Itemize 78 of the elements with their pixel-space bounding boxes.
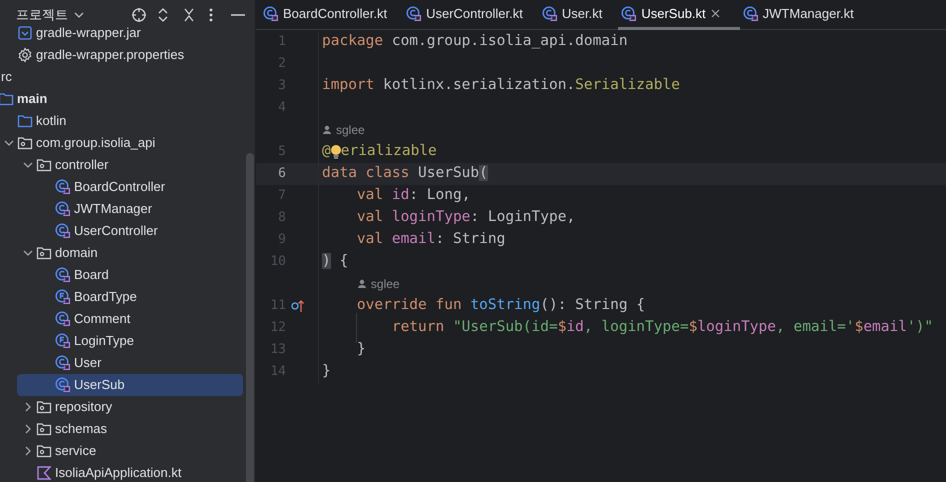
tree-item[interactable]: gradle-wrapper.jar bbox=[17, 22, 243, 44]
person-icon bbox=[356, 279, 367, 289]
line-number: 6 bbox=[277, 165, 286, 184]
package-folder-icon bbox=[36, 443, 52, 459]
minimize-icon[interactable] bbox=[231, 14, 245, 16]
class-icon bbox=[55, 311, 71, 327]
code-line: } bbox=[356, 340, 366, 360]
tree-item[interactable]: gradle-wrapper.properties bbox=[17, 44, 243, 66]
package-folder-icon bbox=[36, 399, 52, 415]
expand-collapse-icon[interactable] bbox=[157, 7, 169, 23]
class-icon bbox=[55, 355, 71, 371]
class-icon bbox=[55, 179, 71, 195]
class-icon bbox=[621, 6, 638, 22]
close-icon[interactable] bbox=[710, 9, 720, 18]
tree-item[interactable]: BoardType bbox=[17, 286, 243, 308]
code-line: val id: Long, bbox=[356, 186, 470, 206]
tab[interactable]: BoardController.kt bbox=[260, 0, 404, 30]
package-folder-icon bbox=[36, 245, 52, 261]
author-hint: sglee bbox=[336, 122, 365, 139]
tree-item[interactable]: UserSub bbox=[17, 374, 243, 396]
author-hint: sglee bbox=[370, 276, 400, 293]
class-icon bbox=[55, 223, 71, 239]
panel-title[interactable]: 프로젝트 bbox=[16, 5, 68, 25]
tree-item[interactable]: BoardController bbox=[17, 176, 243, 198]
class-icon bbox=[742, 6, 759, 22]
code-line: @ erializable bbox=[322, 142, 437, 162]
code-line: override fun toString(): String { bbox=[356, 296, 646, 316]
tree-item[interactable]: controller bbox=[17, 154, 243, 176]
tree-item[interactable]: IsoliaApiApplication.kt bbox=[17, 462, 243, 482]
code-line: val email: String bbox=[356, 230, 506, 250]
chevron-down-icon[interactable] bbox=[74, 12, 84, 18]
folder-icon bbox=[17, 113, 33, 129]
tree-item[interactable]: LoginType bbox=[17, 330, 243, 352]
package-folder-icon bbox=[36, 421, 52, 437]
enum-icon bbox=[55, 333, 71, 349]
class-icon bbox=[55, 267, 71, 283]
override-marker-icon[interactable] bbox=[291, 299, 304, 313]
code-line: } bbox=[322, 362, 331, 382]
tree-item[interactable]: schemas bbox=[17, 418, 243, 440]
lightbulb-icon bbox=[330, 144, 342, 159]
kotlin-file-icon bbox=[36, 465, 52, 481]
tree-item[interactable]: main bbox=[0, 88, 243, 110]
crosshair-icon[interactable] bbox=[131, 7, 147, 23]
class-icon bbox=[263, 6, 279, 22]
tree-item[interactable]: User bbox=[17, 352, 243, 374]
person-icon bbox=[322, 125, 332, 135]
package-folder-icon bbox=[17, 135, 33, 151]
package-folder-icon bbox=[36, 157, 52, 173]
tree-item[interactable]: UserController bbox=[17, 220, 243, 242]
scrollbar-thumb[interactable] bbox=[246, 153, 254, 482]
tree-item[interactable]: domain bbox=[17, 242, 243, 264]
tab[interactable]: User.kt bbox=[538, 0, 618, 30]
tree-item[interactable]: Comment bbox=[17, 308, 243, 330]
folder-icon bbox=[0, 91, 14, 107]
class-icon bbox=[542, 6, 558, 22]
tree-item[interactable]: Board bbox=[17, 264, 243, 286]
tree-item[interactable]: rc bbox=[0, 66, 243, 88]
code-line: ) { bbox=[322, 252, 348, 272]
code-line: package com.group.isolia_api.domain bbox=[322, 32, 628, 52]
code-line: val loginType: LoginType, bbox=[356, 208, 576, 228]
tree-item[interactable]: kotlin bbox=[17, 110, 243, 132]
class-icon bbox=[406, 6, 422, 22]
more-options-icon[interactable] bbox=[209, 7, 213, 23]
enum-icon bbox=[55, 289, 71, 305]
class-icon bbox=[55, 201, 71, 217]
archive-file-icon bbox=[17, 25, 33, 41]
collapse-all-icon[interactable] bbox=[183, 7, 195, 23]
tree-item[interactable]: JWTManager bbox=[17, 198, 243, 220]
tree-item[interactable]: service bbox=[17, 440, 243, 462]
tab[interactable]: UserSub.kt bbox=[618, 0, 740, 30]
code-line: data class UserSub( bbox=[322, 164, 488, 184]
tree-item[interactable]: com.group.isolia_api bbox=[17, 132, 243, 154]
code-line: import kotlinx.serialization.Serializable bbox=[322, 76, 680, 96]
class-icon bbox=[55, 377, 71, 393]
tab[interactable]: UserController.kt bbox=[403, 0, 539, 30]
tab[interactable]: JWTManager.kt bbox=[740, 0, 870, 30]
tree-item[interactable]: repository bbox=[17, 396, 243, 418]
gear-icon bbox=[17, 47, 33, 63]
